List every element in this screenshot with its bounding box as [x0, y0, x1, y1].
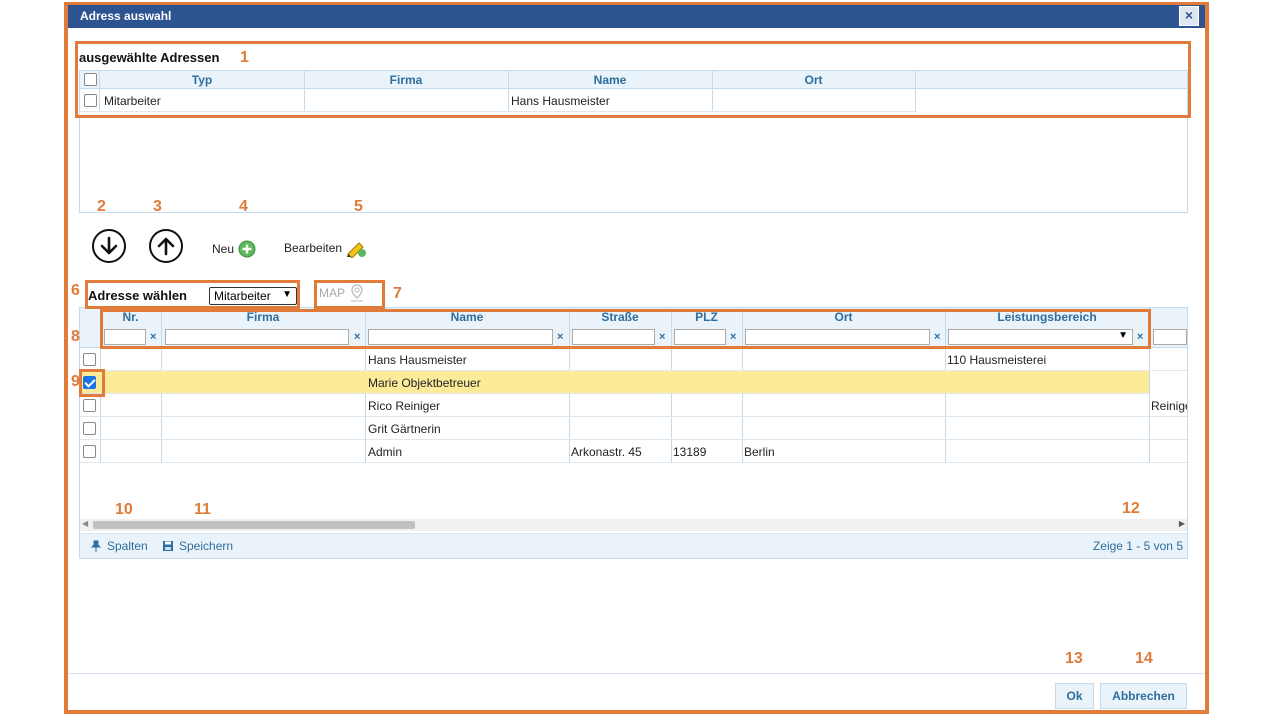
table-row[interactable]: Hans Hausmeister 110 Hausmeisterei: [80, 348, 1187, 371]
scroll-right-icon[interactable]: ▶: [1179, 519, 1185, 528]
cell-name: Marie Objektbetreuer: [368, 376, 481, 390]
annotation-box: [100, 309, 1151, 349]
annotation-box: [314, 280, 385, 309]
edit-label: Bearbeiten: [284, 241, 343, 255]
row-checkbox[interactable]: [83, 422, 96, 435]
pager-text: Zeige 1 - 5 von 5: [1092, 539, 1183, 553]
dialog-footer-divider: [68, 673, 1205, 674]
new-label: Neu: [212, 242, 235, 256]
annotation-number: 9: [71, 373, 80, 390]
floppy-disk-icon: [163, 541, 173, 551]
annotation-number: 14: [1135, 650, 1153, 667]
annotation-box: [85, 280, 300, 309]
horizontal-scrollbar[interactable]: ◀ ▶: [80, 519, 1187, 531]
annotation-number: 12: [1122, 500, 1140, 517]
cancel-button[interactable]: Abbrechen: [1100, 683, 1187, 709]
annotation-number: 4: [239, 198, 248, 215]
annotation-number: 1: [240, 49, 249, 66]
annotation-number: 6: [71, 282, 80, 299]
cell-name: Grit Gärtnerin: [368, 422, 441, 436]
cell-strasse: Arkonastr. 45: [571, 445, 642, 459]
annotation-number: 10: [115, 501, 133, 518]
annotation-number: 11: [194, 501, 211, 518]
dialog-title: Adress auswahl: [80, 9, 172, 23]
row-checkbox[interactable]: [83, 353, 96, 366]
cell-leistungsbereich: 110 Hausmeisterei: [947, 353, 1047, 367]
close-icon[interactable]: ×: [1179, 6, 1199, 26]
ok-button[interactable]: Ok: [1055, 683, 1094, 709]
annotation-box: [79, 369, 105, 397]
move-up-button[interactable]: [149, 229, 183, 263]
pin-icon: [90, 540, 102, 552]
table-row[interactable]: Grit Gärtnerin: [80, 417, 1187, 440]
cell-name: Hans Hausmeister: [368, 353, 467, 367]
cell-plz: 13189: [673, 445, 707, 459]
cell-name: Rico Reiniger: [368, 399, 441, 413]
table-row[interactable]: Rico Reiniger Reinige: [80, 394, 1187, 417]
columns-button[interactable]: Spalten: [90, 539, 148, 553]
cell-ort: Berlin: [744, 445, 775, 459]
annotation-number: 5: [354, 198, 363, 215]
annotation-number: 2: [97, 198, 106, 215]
cell-name: Admin: [368, 445, 403, 459]
save-button[interactable]: Speichern: [162, 539, 233, 553]
row-checkbox[interactable]: [83, 399, 96, 412]
table-row-highlighted[interactable]: Marie Objektbetreuer: [80, 371, 1149, 394]
edit-button[interactable]: Bearbeiten: [284, 238, 367, 258]
row-checkbox[interactable]: [83, 445, 96, 458]
annotation-number: 13: [1065, 650, 1083, 667]
columns-label: Spalten: [107, 539, 148, 553]
new-button[interactable]: Neu: [212, 240, 256, 258]
move-down-button[interactable]: [92, 229, 126, 263]
annotation-number: 8: [71, 328, 80, 345]
annotation-number: 7: [393, 285, 402, 302]
dialog-titlebar: [68, 5, 1205, 28]
scroll-left-icon[interactable]: ◀: [82, 519, 88, 528]
arrow-up-icon: [157, 237, 175, 256]
arrow-down-icon: [100, 236, 118, 255]
annotation-number: 3: [153, 198, 162, 215]
scrollbar-thumb[interactable]: [93, 521, 415, 529]
pencil-icon: [347, 242, 367, 258]
table-row[interactable]: Admin Arkonastr. 45 13189 Berlin: [80, 440, 1187, 463]
save-label: Speichern: [179, 539, 234, 553]
add-icon: [238, 240, 256, 258]
cell-extra: Reinige: [1151, 399, 1187, 413]
filter-extra-input[interactable]: [1153, 329, 1187, 345]
